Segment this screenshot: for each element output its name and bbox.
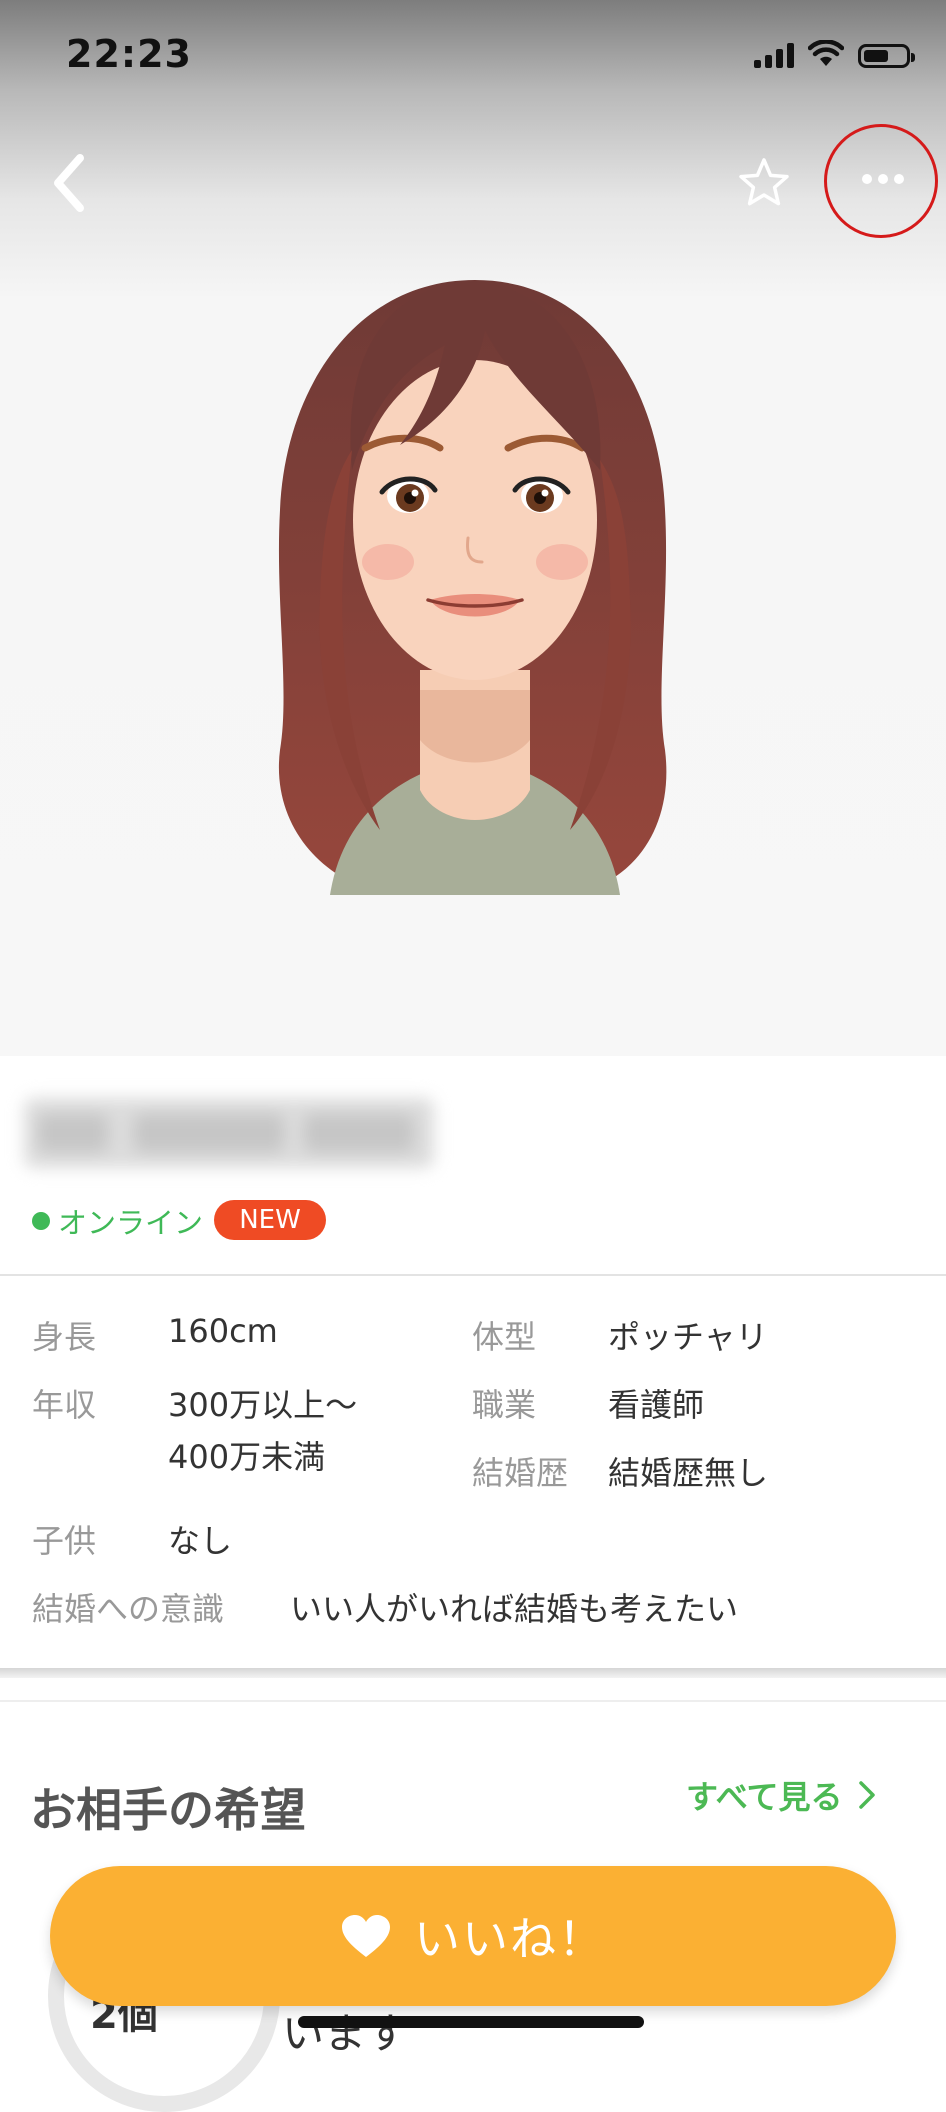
- back-button[interactable]: [42, 148, 102, 218]
- cellular-signal-icon: [754, 42, 794, 68]
- income-label: 年収: [32, 1386, 97, 1424]
- more-horizontal-icon: [862, 174, 904, 184]
- income-value-line1: 300万以上〜: [168, 1386, 358, 1424]
- body-type-value: ポッチャリ: [608, 1318, 768, 1356]
- wifi-icon: [808, 40, 844, 66]
- battery-icon: [858, 44, 915, 68]
- chevron-right-icon: [859, 1781, 876, 1809]
- new-badge: NEW: [214, 1200, 326, 1240]
- star-outline-icon: [739, 158, 789, 206]
- favorite-button[interactable]: [736, 156, 792, 212]
- section-shadow: [0, 1668, 946, 1678]
- see-all-link[interactable]: すべて見る: [686, 1772, 876, 1818]
- divider: [0, 1700, 946, 1702]
- see-all-label: すべて見る: [686, 1778, 843, 1816]
- marriage-intent-value: いい人がいれば結婚も考えたい: [290, 1590, 739, 1628]
- height-value: 160cm: [168, 1312, 278, 1350]
- like-button[interactable]: いいね！: [50, 1866, 896, 2006]
- divider: [0, 1274, 946, 1276]
- like-button-label: いいね！: [414, 1912, 606, 1966]
- profile-avatar-illustration: [278, 280, 667, 895]
- children-label: 子供: [32, 1522, 97, 1560]
- chevron-left-icon: [54, 154, 84, 212]
- preferences-summary-text: います: [282, 2009, 409, 2058]
- status-time: 22:23: [66, 32, 192, 76]
- marriage-history-label: 結婚歴: [472, 1454, 569, 1492]
- status-icons: [754, 40, 915, 68]
- more-options-button[interactable]: [824, 124, 938, 238]
- online-label: オンライン: [58, 1206, 204, 1240]
- children-value: なし: [168, 1522, 233, 1560]
- occupation-label: 職業: [472, 1386, 537, 1424]
- marriage-history-value: 結婚歴無し: [608, 1454, 769, 1492]
- user-name-blurred: [24, 1098, 434, 1168]
- online-status: オンライン: [32, 1200, 203, 1242]
- home-indicator: [298, 2016, 644, 2028]
- height-label: 身長: [32, 1318, 97, 1356]
- online-dot-icon: [32, 1212, 50, 1230]
- occupation-value: 看護師: [608, 1386, 705, 1424]
- marriage-intent-label: 結婚への意識: [32, 1590, 225, 1628]
- preferences-title: お相手の希望: [30, 1783, 306, 1837]
- heart-icon: [342, 1915, 390, 1957]
- income-value-line2: 400万未満: [168, 1438, 326, 1476]
- body-type-label: 体型: [472, 1318, 537, 1356]
